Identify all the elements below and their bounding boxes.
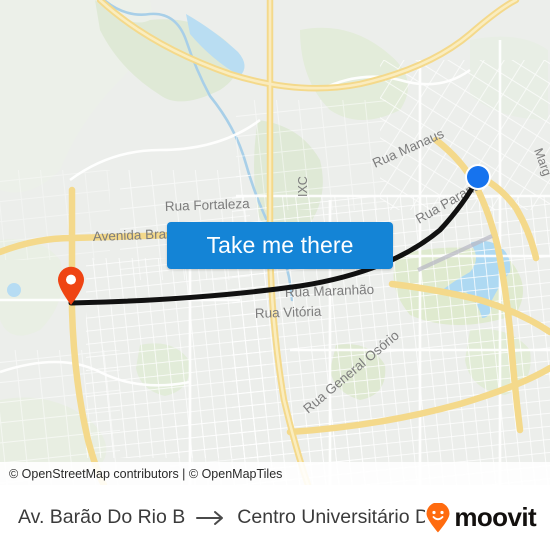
moovit-wordmark: moovit [454,502,536,532]
map-street-label: IXC [296,176,310,197]
destination-dot-icon[interactable] [464,163,492,191]
map-attribution-text[interactable]: © OpenStreetMap contributors | © OpenMap… [0,467,282,481]
moovit-trip-card: Rua Manaus Rua Fortaleza Avenida Brasil Rua… [0,0,550,550]
map-canvas[interactable]: Rua Manaus Rua Fortaleza Avenida Brasil Rua… [0,0,550,485]
origin-label[interactable]: Av. Barão Do Rio Bran… [18,506,185,529]
map-street-label: Rua Vitória [255,304,323,321]
origin-pin-icon[interactable] [55,264,87,306]
map-street-label: Rua Fortaleza [165,196,251,214]
moovit-logo[interactable]: moovit [425,502,550,533]
take-me-there-button[interactable]: Take me there [167,222,393,269]
map-attribution: © OpenStreetMap contributors | © OpenMap… [0,462,550,485]
moovit-pin-icon [426,502,450,532]
arrow-right-icon [196,510,226,526]
trip-footer: Av. Barão Do Rio Bran… Centro Universitá… [0,485,550,550]
trip-endpoints: Av. Barão Do Rio Bran… Centro Universitá… [0,506,425,529]
map-street-label: Rua Maranhão [285,282,375,300]
destination-label[interactable]: Centro Universitário De C… [237,506,425,529]
